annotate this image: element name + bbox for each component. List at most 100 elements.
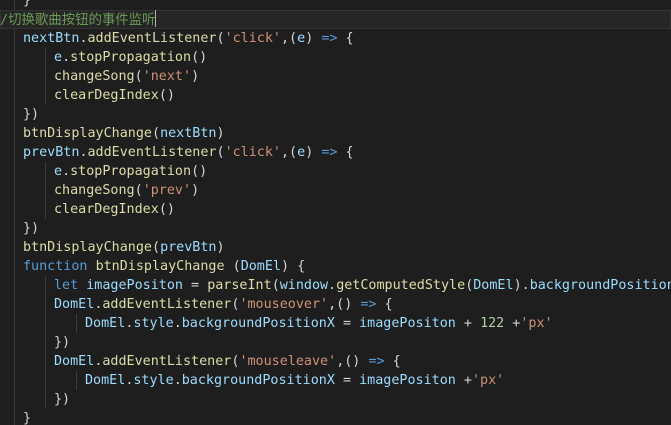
text-cursor (155, 10, 157, 27)
code-line[interactable]: DomEl.style.backgroundPositionX = imageP… (0, 371, 671, 390)
code-line[interactable]: } (0, 409, 671, 425)
code-line[interactable]: //切换歌曲按钮的事件监听 (0, 10, 671, 29)
code-token: DomEl (54, 354, 95, 369)
code-token: e (297, 145, 306, 160)
code-line[interactable]: e.stopPropagation() (0, 48, 671, 67)
code-line[interactable]: DomEl.addEventListener('mouseleave',() =… (0, 352, 671, 371)
code-token: changeSong (54, 183, 135, 198)
code-token: 'mouseover' (239, 297, 329, 312)
code-token: . (79, 145, 88, 160)
code-line[interactable]: }) (0, 219, 671, 238)
code-line-content: e.stopPropagation() (54, 162, 207, 181)
code-token: addEventListener (102, 354, 232, 369)
code-token: => (368, 354, 385, 369)
code-token: imagePositon (86, 278, 183, 293)
code-token: e (297, 31, 306, 46)
code-token: ( (224, 259, 241, 274)
code-line-content: DomEl.addEventListener('mouseover',() =>… (54, 295, 393, 314)
code-editor[interactable]: } //切换歌曲按钮的事件监听 nextBtn.addEventListener('… (0, 0, 671, 425)
code-token: = (334, 373, 360, 388)
code-token: ( (152, 240, 161, 255)
code-line-content: DomEl.addEventListener('mouseleave',() =… (54, 352, 401, 371)
indent-guide (45, 390, 46, 409)
indent-guide (14, 409, 15, 425)
code-line[interactable]: changeSong('next') (0, 67, 671, 86)
code-token: . (62, 164, 71, 179)
code-line-content: let imagePositon = parseInt(window.getCo… (54, 276, 671, 295)
code-token: }) (54, 335, 71, 350)
code-line-content: btnDisplayChange(prevBtn) (23, 238, 225, 257)
indent-guide (45, 86, 46, 105)
indent-guide (76, 314, 77, 333)
code-token: ). (513, 278, 530, 293)
code-line-content: prevBtn.addEventListener('click',(e) => … (23, 143, 354, 162)
code-line[interactable]: btnDisplayChange(prevBtn) (0, 238, 671, 257)
code-token: }) (23, 107, 40, 122)
code-line-content: changeSong('prev') (54, 181, 199, 200)
code-token: ,() (336, 354, 369, 369)
indent-guide (14, 333, 15, 352)
indent-guide (45, 181, 46, 200)
code-token: . (173, 316, 182, 331)
code-line[interactable]: let imagePositon = parseInt(window.getCo… (0, 276, 671, 295)
indent-guide (14, 143, 15, 162)
code-line[interactable]: btnDisplayChange(nextBtn) (0, 124, 671, 143)
code-token: clearDegIndex (54, 202, 159, 217)
code-line[interactable]: function btnDisplayChange (DomEl) { (0, 257, 671, 276)
code-token: 'mouseleave' (239, 354, 337, 369)
code-line[interactable]: }) (0, 333, 671, 352)
indent-guide (14, 238, 15, 257)
code-token: window (279, 278, 329, 293)
code-token: } (23, 411, 32, 425)
indent-guide (14, 219, 15, 238)
code-token: { (384, 354, 401, 369)
code-line[interactable]: }) (0, 390, 671, 409)
indent-guide (14, 181, 15, 200)
code-token: ( (271, 278, 280, 293)
code-token: ( (216, 145, 225, 160)
code-token: () (158, 202, 175, 217)
code-token: }) (23, 221, 40, 236)
code-token: e (54, 50, 63, 65)
code-token: ) (191, 69, 200, 84)
code-line[interactable]: e.stopPropagation() (0, 162, 671, 181)
code-line-content: } (23, 409, 31, 425)
code-area[interactable]: } //切换歌曲按钮的事件监听 nextBtn.addEventListener('… (0, 0, 671, 425)
code-token: function (23, 259, 88, 274)
code-line[interactable]: nextBtn.addEventListener('click',(e) => … (0, 29, 671, 48)
code-line[interactable]: clearDegIndex() (0, 200, 671, 219)
code-token: . (62, 50, 71, 65)
code-line[interactable]: prevBtn.addEventListener('click',(e) => … (0, 143, 671, 162)
code-token: 'prev' (142, 183, 192, 198)
code-token: = (334, 316, 360, 331)
code-line[interactable]: }) (0, 105, 671, 124)
code-token: DomEl (85, 373, 126, 388)
code-token: let (54, 278, 79, 293)
code-line[interactable]: } (0, 0, 671, 10)
code-line[interactable]: DomEl.addEventListener('mouseover',() =>… (0, 295, 671, 314)
indent-guide (14, 48, 15, 67)
code-token: ( (152, 126, 161, 141)
code-token: prevBtn (23, 145, 80, 160)
code-token: backgroundPositionX (181, 316, 335, 331)
code-token: ) (305, 31, 322, 46)
code-line-content: DomEl.style.backgroundPositionX = imageP… (85, 314, 553, 333)
code-token: . (328, 278, 337, 293)
code-token: + (455, 316, 481, 331)
code-token: DomEl (85, 316, 126, 331)
code-line-content: DomEl.style.backgroundPositionX = imageP… (85, 371, 504, 390)
code-token: + (504, 316, 521, 331)
code-line[interactable]: DomEl.style.backgroundPositionX = imageP… (0, 314, 671, 333)
code-line[interactable]: clearDegIndex() (0, 86, 671, 105)
code-token: //切换歌曲按钮的事件监听 (0, 13, 156, 28)
code-line-content: }) (23, 219, 39, 238)
code-line-content: } (23, 0, 31, 10)
code-line-content: function btnDisplayChange (DomEl) { (23, 257, 305, 276)
code-line-content: //切换歌曲按钮的事件监听 (0, 10, 157, 30)
indent-guide (14, 162, 15, 181)
code-line[interactable]: changeSong('prev') (0, 181, 671, 200)
indent-guide (45, 333, 46, 352)
code-token: . (79, 31, 88, 46)
indent-guide (14, 352, 15, 371)
